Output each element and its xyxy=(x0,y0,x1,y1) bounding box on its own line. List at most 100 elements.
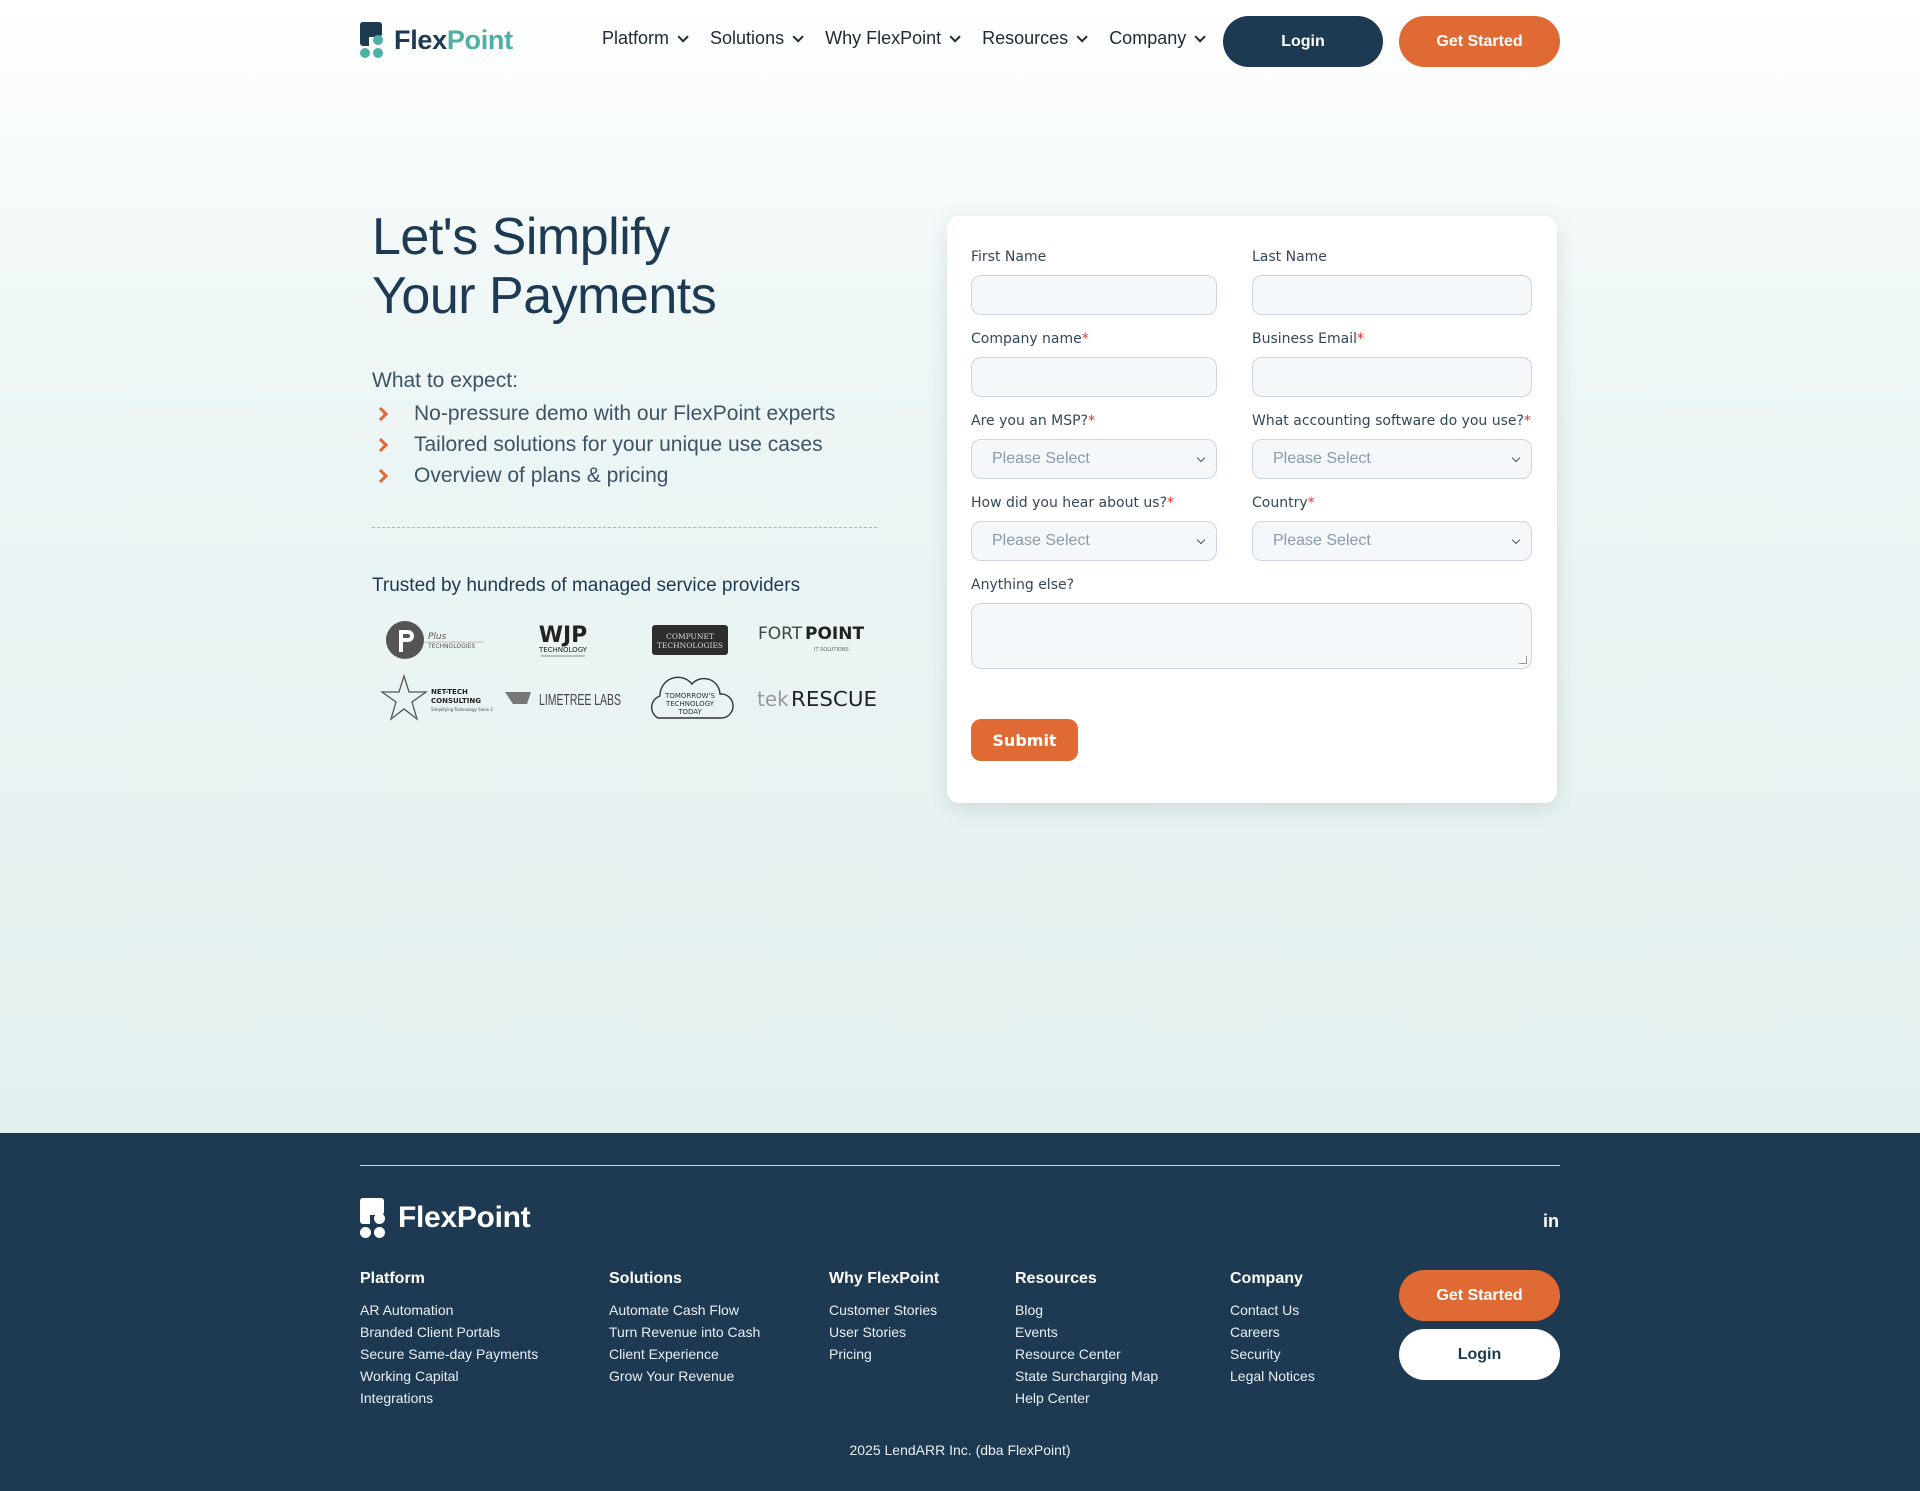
footer-column-company: Company Contact Us Careers Security Lega… xyxy=(1230,1270,1315,1390)
footer-link[interactable]: Pricing xyxy=(829,1346,939,1368)
nav-solutions[interactable]: Solutions xyxy=(710,28,804,49)
footer-logo[interactable]: FlexPoint xyxy=(360,1198,531,1238)
chevron-right-icon xyxy=(373,406,389,421)
field-label: Anything else? xyxy=(971,577,1075,593)
footer-link[interactable]: Branded Client Portals xyxy=(360,1324,538,1346)
footer-logo-wordmark: FlexPoint xyxy=(398,1201,531,1234)
field-label: Are you an MSP?* xyxy=(971,413,1096,429)
nav-resources[interactable]: Resources xyxy=(982,28,1088,49)
svg-text:CONSULTING: CONSULTING xyxy=(431,697,481,705)
company-field: Company name* xyxy=(971,331,1217,397)
svg-text:Simplifying Technology Since 2: Simplifying Technology Since 2000 xyxy=(431,707,493,712)
svg-text:COMPUNET: COMPUNET xyxy=(666,632,714,641)
referral-source-field: How did you hear about us?* Please Selec… xyxy=(971,495,1217,561)
copyright-text: 2025 LendARR Inc. (dba FlexPoint) xyxy=(849,1442,1071,1458)
submit-button[interactable]: Submit xyxy=(971,719,1078,761)
footer-link[interactable]: Help Center xyxy=(1015,1390,1158,1412)
linkedin-icon[interactable]: in xyxy=(1543,1211,1559,1232)
wjp-technology-logo: WJP TECHNOLOGY xyxy=(499,615,626,665)
email-field: Business Email* xyxy=(1252,331,1532,397)
svg-text:TECHNOLOGY: TECHNOLOGY xyxy=(664,700,714,708)
nav-platform[interactable]: Platform xyxy=(602,28,689,49)
accounting-software-field: What accounting software do you use?* Pl… xyxy=(1252,413,1532,479)
msp-select[interactable]: Please Select xyxy=(971,439,1217,479)
chevron-down-icon xyxy=(1511,453,1521,463)
chevron-right-icon xyxy=(373,437,389,452)
chevron-down-icon xyxy=(1196,535,1206,545)
anything-else-textarea[interactable] xyxy=(971,603,1532,669)
footer-link[interactable]: Working Capital xyxy=(360,1368,538,1390)
nav-why-flexpoint[interactable]: Why FlexPoint xyxy=(825,28,961,49)
nav-company[interactable]: Company xyxy=(1109,28,1207,49)
footer-link[interactable]: Blog xyxy=(1015,1302,1158,1324)
resize-grip-icon[interactable] xyxy=(1519,656,1527,664)
footer-link[interactable]: User Stories xyxy=(829,1324,939,1346)
svg-text:TECHNOLOGY: TECHNOLOGY xyxy=(537,646,587,654)
chevron-down-icon xyxy=(1076,30,1088,43)
footer-divider xyxy=(360,1165,1560,1166)
login-button[interactable]: Login xyxy=(1223,16,1383,67)
list-item: Overview of plans & pricing xyxy=(372,460,835,491)
footer-link[interactable]: Careers xyxy=(1230,1324,1315,1346)
field-label: Company name* xyxy=(971,331,1089,347)
chevron-down-icon xyxy=(1194,30,1207,43)
chevron-down-icon xyxy=(949,30,961,43)
get-started-button[interactable]: Get Started xyxy=(1399,16,1560,67)
footer-link[interactable]: Automate Cash Flow xyxy=(609,1302,760,1324)
expect-label: What to expect: xyxy=(372,369,518,392)
field-label: First Name xyxy=(971,249,1047,265)
footer-link[interactable]: Integrations xyxy=(360,1390,538,1412)
footer-link[interactable]: Events xyxy=(1015,1324,1158,1346)
footer-link[interactable]: Client Experience xyxy=(609,1346,760,1368)
footer-link[interactable]: Legal Notices xyxy=(1230,1368,1315,1390)
flexpoint-logo-icon xyxy=(360,22,384,58)
footer-column-platform: Platform AR Automation Branded Client Po… xyxy=(360,1270,538,1412)
referral-source-select[interactable]: Please Select xyxy=(971,521,1217,561)
tomorrows-technology-today-logo: TOMORROW'S TECHNOLOGY TODAY xyxy=(626,669,753,729)
last-name-input[interactable] xyxy=(1252,275,1532,315)
email-input[interactable] xyxy=(1252,357,1532,397)
country-field: Country* Please Select xyxy=(1252,495,1532,561)
accounting-software-select[interactable]: Please Select xyxy=(1252,439,1532,479)
client-logos: Plus TECHNOLOGIES WJP TECHNOLOGY COMPUNE… xyxy=(372,615,880,729)
company-input[interactable] xyxy=(971,357,1217,397)
chevron-down-icon xyxy=(677,30,689,43)
footer-column-solutions: Solutions Automate Cash Flow Turn Revenu… xyxy=(609,1270,760,1390)
field-label: What accounting software do you use?* xyxy=(1252,413,1531,429)
svg-text:RESCUE: RESCUE xyxy=(791,687,877,711)
footer-link[interactable]: Security xyxy=(1230,1346,1315,1368)
expect-list: No-pressure demo with our FlexPoint expe… xyxy=(372,398,835,491)
svg-text:TODAY: TODAY xyxy=(677,708,702,716)
footer-link[interactable]: State Surcharging Map xyxy=(1015,1368,1158,1390)
footer-login-button[interactable]: Login xyxy=(1399,1329,1560,1380)
chevron-right-icon xyxy=(373,468,389,483)
site-header: FlexPoint Platform Solutions Why FlexPoi… xyxy=(0,0,1920,82)
footer-get-started-button[interactable]: Get Started xyxy=(1399,1270,1560,1321)
limetree-labs-logo: LIMETREE LABS xyxy=(499,669,626,729)
footer-link[interactable]: Customer Stories xyxy=(829,1302,939,1324)
flexpoint-logo[interactable]: FlexPoint xyxy=(360,22,513,58)
trusted-heading: Trusted by hundreds of managed service p… xyxy=(372,575,801,596)
footer-link[interactable]: Contact Us xyxy=(1230,1302,1315,1324)
main-nav: Platform Solutions Why FlexPoint Resourc… xyxy=(602,28,1207,49)
country-select[interactable]: Please Select xyxy=(1252,521,1532,561)
tekrescue-logo: tek RESCUE xyxy=(753,669,880,729)
svg-text:LIMETREE LABS: LIMETREE LABS xyxy=(539,692,621,709)
footer-column-why-flexpoint: Why FlexPoint Customer Stories User Stor… xyxy=(829,1270,939,1368)
field-label: Country* xyxy=(1252,495,1315,511)
field-label: Business Email* xyxy=(1252,331,1365,347)
list-item: No-pressure demo with our FlexPoint expe… xyxy=(372,398,835,429)
first-name-input[interactable] xyxy=(971,275,1217,315)
page-title: Let's Simplify Your Payments xyxy=(372,208,717,325)
footer-link[interactable]: Secure Same-day Payments xyxy=(360,1346,538,1368)
first-name-field: First Name xyxy=(971,249,1217,315)
footer-link[interactable]: Resource Center xyxy=(1015,1346,1158,1368)
net-tech-consulting-logo: NET-TECH CONSULTING Simplifying Technolo… xyxy=(372,669,499,729)
footer-link[interactable]: Grow Your Revenue xyxy=(609,1368,760,1390)
svg-text:TECHNOLOGIES: TECHNOLOGIES xyxy=(427,643,475,650)
footer-link[interactable]: AR Automation xyxy=(360,1302,538,1324)
chevron-down-icon xyxy=(792,30,804,43)
footer-link[interactable]: Turn Revenue into Cash xyxy=(609,1324,760,1346)
svg-text:TOMORROW'S: TOMORROW'S xyxy=(664,692,715,700)
chevron-down-icon xyxy=(1511,535,1521,545)
